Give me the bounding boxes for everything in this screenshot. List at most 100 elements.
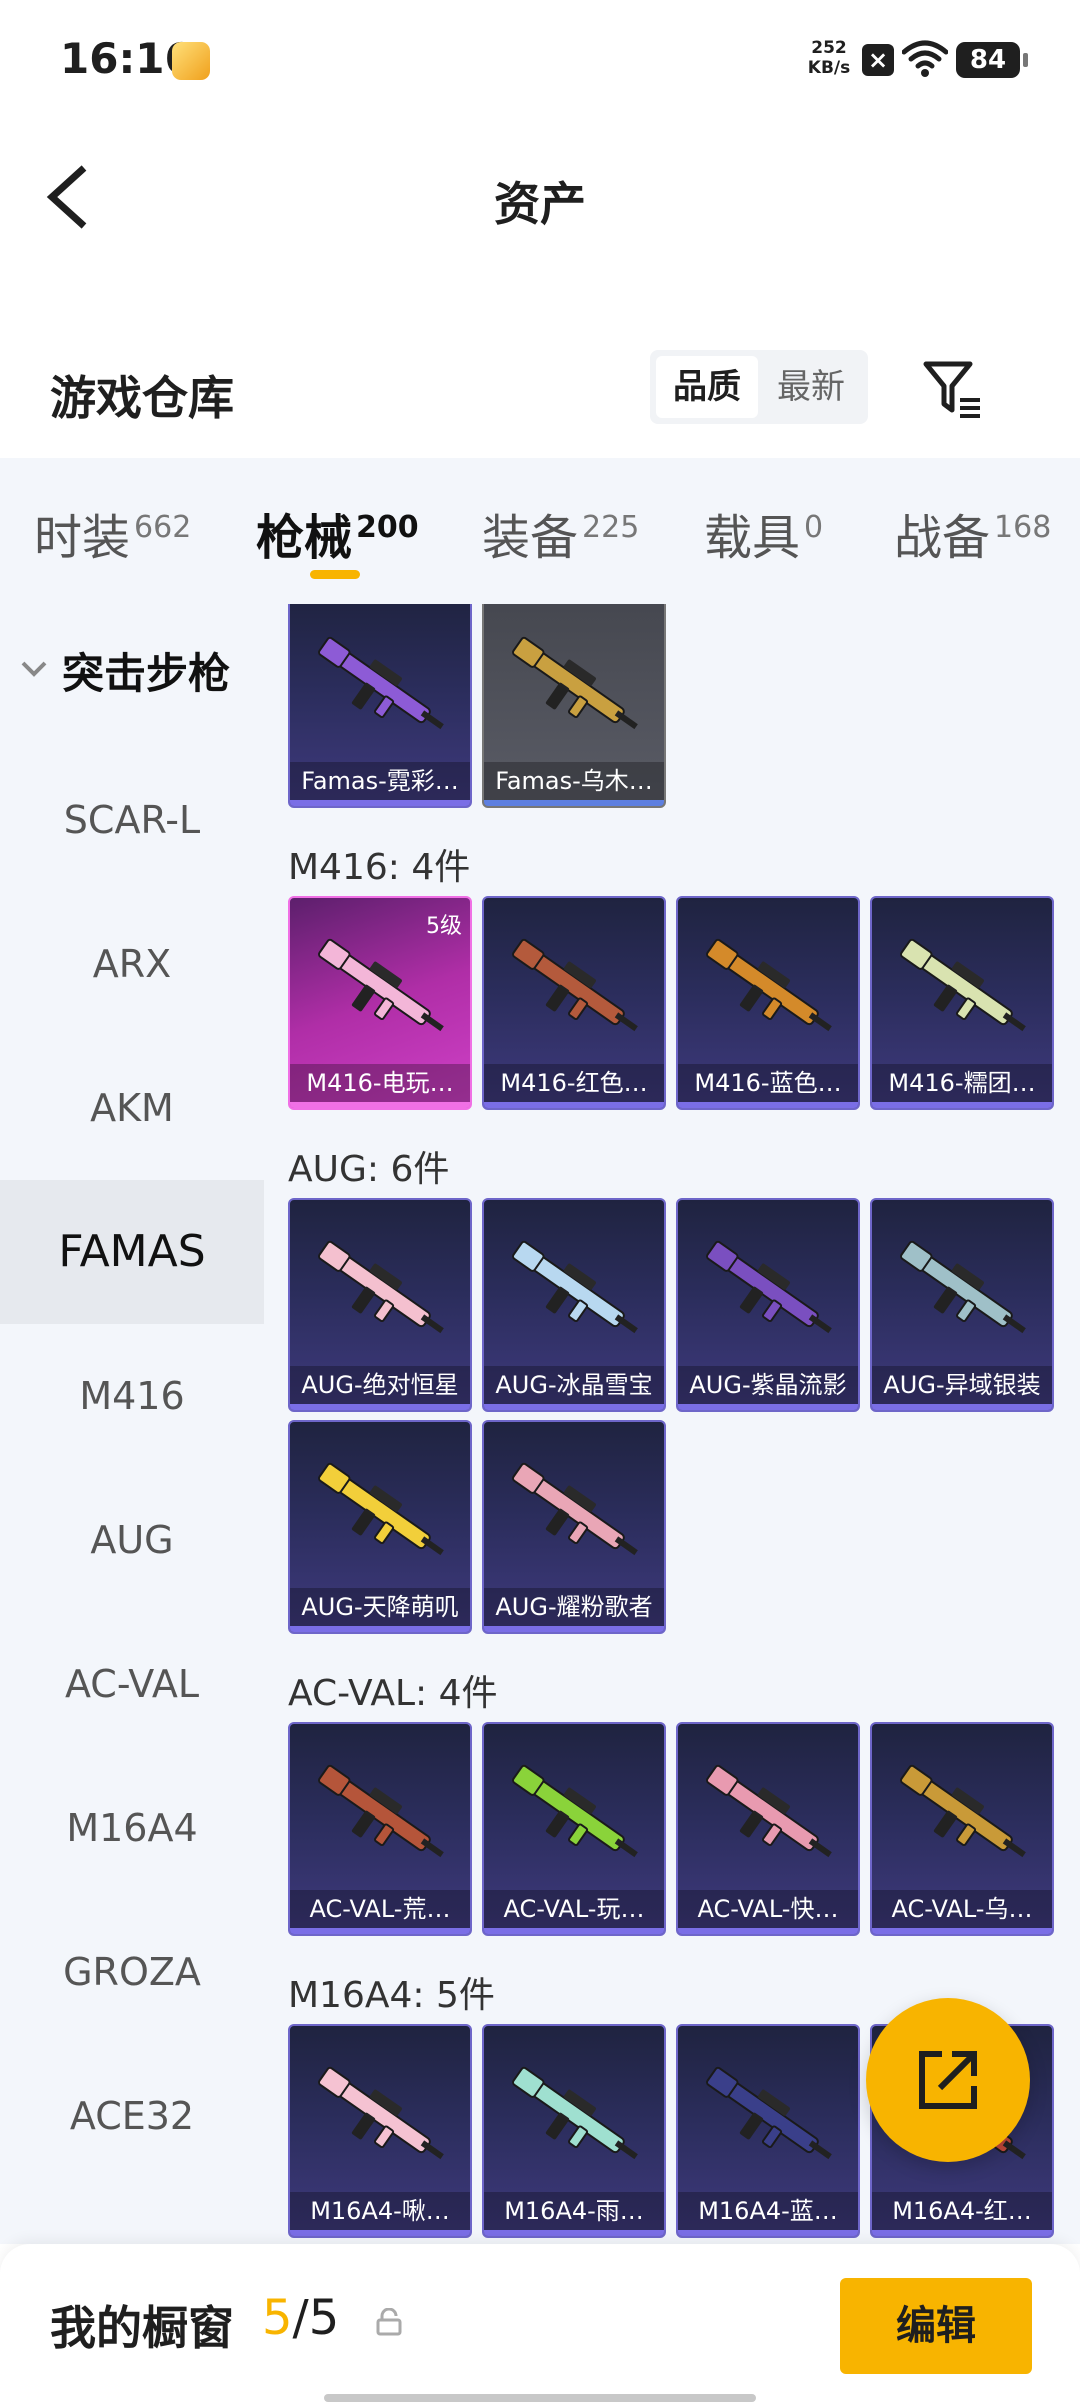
tab-count: 200	[356, 510, 419, 545]
weapon-card-label: M16A4-雨…	[484, 2192, 664, 2230]
level-badge: 5级	[426, 914, 462, 939]
active-tab-indicator	[310, 570, 360, 579]
tab-label: 枪械	[256, 510, 353, 566]
sidebar-item-scar-l[interactable]: SCAR-L	[0, 748, 264, 892]
weapon-group-title: AUG: 6件	[288, 1149, 450, 1190]
weapon-card-label: AC-VAL-乌…	[872, 1890, 1052, 1928]
weapon-card[interactable]: M16A4-啾…	[288, 2024, 472, 2238]
rifle-icon	[900, 1240, 1026, 1334]
weapon-card-label: M416-电玩…	[290, 1064, 470, 1102]
app-notification-icon	[172, 42, 210, 80]
weapon-card-label: M416-糯团…	[872, 1064, 1052, 1102]
rifle-icon	[900, 1764, 1026, 1858]
weapon-card[interactable]: M416-红色…	[482, 896, 666, 1110]
category-tabs: 时装 662 枪械 200 装备 225 载具 0 战备 168	[0, 458, 1080, 604]
share-button[interactable]	[866, 1998, 1030, 2162]
weapon-card[interactable]: M16A4-雨…	[482, 2024, 666, 2238]
weapon-card[interactable]: AUG-冰晶雪宝	[482, 1198, 666, 1412]
weapon-card-label: AC-VAL-玩…	[484, 1890, 664, 1928]
sidebar-group-label: 突击步枪	[62, 649, 231, 698]
weapon-card[interactable]: AUG-天降萌叽	[288, 1420, 472, 1634]
tab-equipment[interactable]: 装备 225	[482, 498, 639, 568]
section-title: 游戏仓库	[50, 371, 234, 425]
showcase-label: 我的橱窗	[50, 2301, 234, 2355]
weapon-card[interactable]: AUG-紫晶流影	[676, 1198, 860, 1412]
rifle-icon	[318, 1240, 444, 1334]
weapon-card[interactable]: M16A4-蓝…	[676, 2024, 860, 2238]
sidebar-item-arx[interactable]: ARX	[0, 892, 264, 1036]
sidebar-item-famas[interactable]: FAMAS	[0, 1180, 264, 1324]
weapon-card-label: M416-红色…	[484, 1064, 664, 1102]
sidebar-item-ac-val[interactable]: AC-VAL	[0, 1612, 264, 1756]
rifle-icon	[706, 2066, 832, 2160]
rifle-icon	[318, 1764, 444, 1858]
rifle-icon	[512, 938, 638, 1032]
rifle-icon	[512, 2066, 638, 2160]
sidebar-item-m416[interactable]: M416	[0, 1324, 264, 1468]
tab-label: 时装	[34, 510, 131, 566]
sort-toggle: 品质 最新	[650, 350, 868, 424]
showcase-separator: /	[292, 2290, 309, 2346]
weapon-card-label: M416-蓝色…	[678, 1064, 858, 1102]
filter-icon[interactable]	[920, 356, 986, 422]
weapon-card-label: M16A4-红…	[872, 2192, 1052, 2230]
rifle-icon	[512, 1240, 638, 1334]
edit-button[interactable]: 编辑	[840, 2278, 1032, 2374]
weapon-card[interactable]: AUG-异域银装	[870, 1198, 1054, 1412]
sort-newest-button[interactable]: 最新	[760, 356, 862, 418]
weapon-card[interactable]: Famas-乌木…	[482, 604, 666, 808]
rifle-icon	[512, 636, 638, 730]
sidebar-item-ace32[interactable]: ACE32	[0, 2044, 264, 2188]
showcase-current: 5	[262, 2290, 293, 2346]
weapon-card[interactable]: AUG-耀粉歌者	[482, 1420, 666, 1634]
weapon-card[interactable]: M416-蓝色…	[676, 896, 860, 1110]
tab-supplies[interactable]: 战备 168	[894, 498, 1051, 568]
tab-label: 战备	[894, 510, 991, 566]
battery-indicator: 84	[956, 42, 1028, 78]
weapon-card[interactable]: AC-VAL-荒…	[288, 1722, 472, 1936]
weapon-card-label: Famas-乌木…	[484, 762, 664, 800]
weapon-card[interactable]: AC-VAL-快…	[676, 1722, 860, 1936]
network-speed-value: 252	[811, 38, 847, 58]
network-speed: 252 KB/s	[802, 38, 856, 78]
close-notification-icon: ×	[862, 44, 894, 76]
tab-fashion[interactable]: 时装 662	[34, 498, 191, 568]
rifle-icon	[900, 938, 1026, 1032]
sidebar-item-groza[interactable]: GROZA	[0, 1900, 264, 2044]
sidebar-item-aug[interactable]: AUG	[0, 1468, 264, 1612]
tab-weapons[interactable]: 枪械 200	[256, 498, 419, 568]
chevron-down-icon	[21, 661, 47, 677]
weapon-card[interactable]: AUG-绝对恒星	[288, 1198, 472, 1412]
sidebar-item-akm[interactable]: AKM	[0, 1036, 264, 1180]
sort-quality-button[interactable]: 品质	[656, 356, 758, 418]
rifle-icon	[318, 636, 444, 730]
rifle-icon	[706, 1764, 832, 1858]
rifle-icon	[706, 1240, 832, 1334]
rifle-icon	[318, 938, 444, 1032]
sidebar-group-assault-rifles[interactable]: 突击步枪	[0, 624, 264, 724]
tab-count: 225	[582, 510, 640, 545]
weapon-type-sidebar: 突击步枪 SCAR-L ARX AKM FAMAS M416 AUG AC-VA…	[0, 604, 264, 2244]
weapon-card-label: AUG-绝对恒星	[290, 1366, 470, 1404]
wifi-icon	[902, 40, 948, 77]
weapon-card[interactable]: AC-VAL-乌…	[870, 1722, 1054, 1936]
weapon-card-label: AUG-冰晶雪宝	[484, 1366, 664, 1404]
weapon-card[interactable]: AC-VAL-玩…	[482, 1722, 666, 1936]
weapon-card-label: AUG-耀粉歌者	[484, 1588, 664, 1626]
home-indicator	[324, 2394, 756, 2402]
weapon-card-label: M16A4-啾…	[290, 2192, 470, 2230]
weapon-card[interactable]: Famas-霓彩…	[288, 604, 472, 808]
rifle-icon	[512, 1764, 638, 1858]
sidebar-item-m16a4[interactable]: M16A4	[0, 1756, 264, 1900]
rifle-icon	[706, 938, 832, 1032]
tab-count: 662	[134, 510, 192, 545]
tab-vehicles[interactable]: 载具 0	[704, 498, 823, 568]
weapon-group-title: M416: 4件	[288, 847, 471, 888]
showcase-total: 5	[308, 2290, 340, 2346]
tab-count: 168	[994, 510, 1052, 545]
weapon-card[interactable]: M416-糯团…	[870, 896, 1054, 1110]
weapon-card[interactable]: 5级 M416-电玩…	[288, 896, 472, 1110]
showcase-count: 5/5	[262, 2290, 339, 2346]
rifle-icon	[512, 1462, 638, 1556]
status-bar: 16:16 252 KB/s × 84	[0, 0, 1080, 120]
